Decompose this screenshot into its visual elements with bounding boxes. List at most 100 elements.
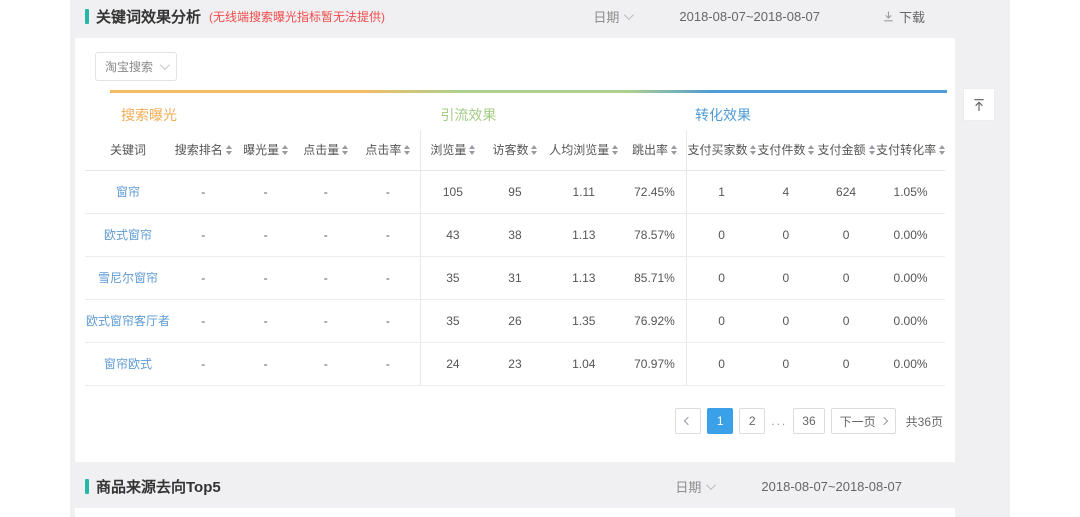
bottom-header-controls: 日期 2018-08-07~2018-08-07: [675, 477, 1010, 496]
col-header-search-rank[interactable]: 搜索排名: [171, 130, 236, 170]
col-header-paid-amount[interactable]: 支付金额: [816, 130, 876, 170]
cell: 0: [756, 342, 816, 385]
keyword-link[interactable]: 窗帘: [116, 185, 140, 199]
next-page-button[interactable]: 下一页: [831, 408, 896, 434]
cell: 1.13: [545, 213, 622, 256]
title-accent-bar: [85, 9, 89, 24]
download-icon: [882, 10, 895, 23]
col-header-paid-buyers[interactable]: 支付买家数: [687, 130, 756, 170]
chevron-right-icon: [879, 417, 887, 425]
prev-page-button[interactable]: [675, 408, 701, 434]
cell: 0.00%: [876, 299, 945, 342]
group-traffic-effect: 引流效果: [420, 95, 687, 133]
col-header-paid-items[interactable]: 支付件数: [756, 130, 816, 170]
page-button-1[interactable]: 1: [707, 408, 733, 434]
cell: -: [356, 170, 421, 213]
cell: -: [356, 342, 421, 385]
sort-icon: [612, 145, 618, 155]
cell: -: [171, 170, 236, 213]
sort-icon: [531, 145, 537, 155]
table-row: 窗帘 - - - - 105 95 1.11 72.45% 1 4 624 1.…: [85, 170, 945, 213]
date-range-value[interactable]: 2018-08-07~2018-08-07: [679, 9, 820, 24]
cell: -: [236, 256, 296, 299]
date-range-value[interactable]: 2018-08-07~2018-08-07: [761, 479, 902, 494]
cell: 0: [687, 342, 756, 385]
keyword-analysis-card: 淘宝搜索 搜索曝光 引流效果 转化效果 关键词 搜索排名 曝光量 点击量 点击率: [75, 38, 955, 462]
keyword-link[interactable]: 欧式窗帘: [104, 228, 152, 242]
col-header-ctr[interactable]: 点击率: [356, 130, 421, 170]
cell: -: [236, 342, 296, 385]
cell: 0: [687, 299, 756, 342]
page-title: 关键词效果分析: [85, 6, 201, 27]
cell: -: [296, 170, 356, 213]
page-title-text: 关键词效果分析: [96, 6, 201, 27]
date-filter-dropdown[interactable]: 日期: [675, 477, 713, 496]
cell: -: [356, 299, 421, 342]
cell: 0: [687, 256, 756, 299]
table-row: 欧式窗帘 - - - - 43 38 1.13 78.57% 0 0 0 0.0…: [85, 213, 945, 256]
title-note: (无线端搜索曝光指标暂无法提供): [209, 8, 385, 25]
back-to-top-button[interactable]: [963, 88, 995, 121]
group-conversion-effect: 转化效果: [687, 95, 945, 133]
cell: -: [296, 342, 356, 385]
cell: 0: [816, 299, 876, 342]
sort-icon: [226, 145, 232, 155]
chevron-left-icon: [684, 417, 692, 425]
sort-icon: [939, 145, 945, 155]
cell: 38: [485, 213, 545, 256]
cell: -: [171, 256, 236, 299]
date-filter-dropdown[interactable]: 日期: [593, 7, 631, 26]
keyword-link[interactable]: 窗帘欧式: [104, 357, 152, 371]
keyword-link[interactable]: 雪尼尔窗帘: [98, 271, 158, 285]
cell: 23: [485, 342, 545, 385]
cell: -: [236, 213, 296, 256]
table-row: 窗帘欧式 - - - - 24 23 1.04 70.97% 0 0 0 0.0…: [85, 342, 945, 385]
cell: 0: [816, 213, 876, 256]
channel-select[interactable]: 淘宝搜索: [95, 52, 177, 81]
cell: 1: [687, 170, 756, 213]
page-button-2[interactable]: 2: [739, 408, 765, 434]
cell: 72.45%: [622, 170, 687, 213]
cell: 0: [816, 256, 876, 299]
download-button[interactable]: 下载: [882, 7, 925, 26]
col-header-exposure[interactable]: 曝光量: [236, 130, 296, 170]
cell: 624: [816, 170, 876, 213]
page-button-36[interactable]: 36: [793, 408, 824, 434]
cell: 35: [420, 299, 485, 342]
sort-icon: [342, 145, 348, 155]
col-header-keyword: 关键词: [85, 130, 171, 170]
col-header-visitors[interactable]: 访客数: [485, 130, 545, 170]
cell: -: [171, 213, 236, 256]
cell: 0: [687, 213, 756, 256]
cell: 105: [420, 170, 485, 213]
cell: 4: [756, 170, 816, 213]
bottom-section-title-text: 商品来源去向Top5: [96, 476, 221, 497]
cell: 1.11: [545, 170, 622, 213]
cell: 1.13: [545, 256, 622, 299]
cell: 0: [756, 299, 816, 342]
next-page-label: 下一页: [840, 413, 876, 430]
chevron-down-icon: [706, 480, 716, 490]
col-header-bounce-rate[interactable]: 跳出率: [622, 130, 687, 170]
col-header-paid-conversion[interactable]: 支付转化率: [876, 130, 945, 170]
keyword-table: 关键词 搜索排名 曝光量 点击量 点击率 浏览量 访客数 人均浏览量 跳出率 支…: [85, 130, 945, 386]
download-label: 下载: [899, 7, 925, 26]
next-card-top-strip: [75, 508, 955, 517]
cell: 0.00%: [876, 256, 945, 299]
date-filter-label: 日期: [675, 477, 701, 496]
col-header-clicks[interactable]: 点击量: [296, 130, 356, 170]
cell: 76.92%: [622, 299, 687, 342]
cell: -: [296, 299, 356, 342]
cell: -: [171, 342, 236, 385]
cell: 95: [485, 170, 545, 213]
sort-icon: [404, 145, 410, 155]
keyword-link[interactable]: 欧式窗帘客厅者: [86, 314, 170, 328]
col-header-pageviews[interactable]: 浏览量: [420, 130, 485, 170]
group-color-line: [110, 90, 947, 93]
pagination: 1 2 ... 36 下一页 共36页: [675, 408, 943, 434]
cell: -: [236, 170, 296, 213]
cell: -: [296, 256, 356, 299]
header-controls: 日期 2018-08-07~2018-08-07 下载: [593, 7, 1010, 26]
col-header-avg-pageviews[interactable]: 人均浏览量: [545, 130, 622, 170]
sort-icon: [469, 145, 475, 155]
